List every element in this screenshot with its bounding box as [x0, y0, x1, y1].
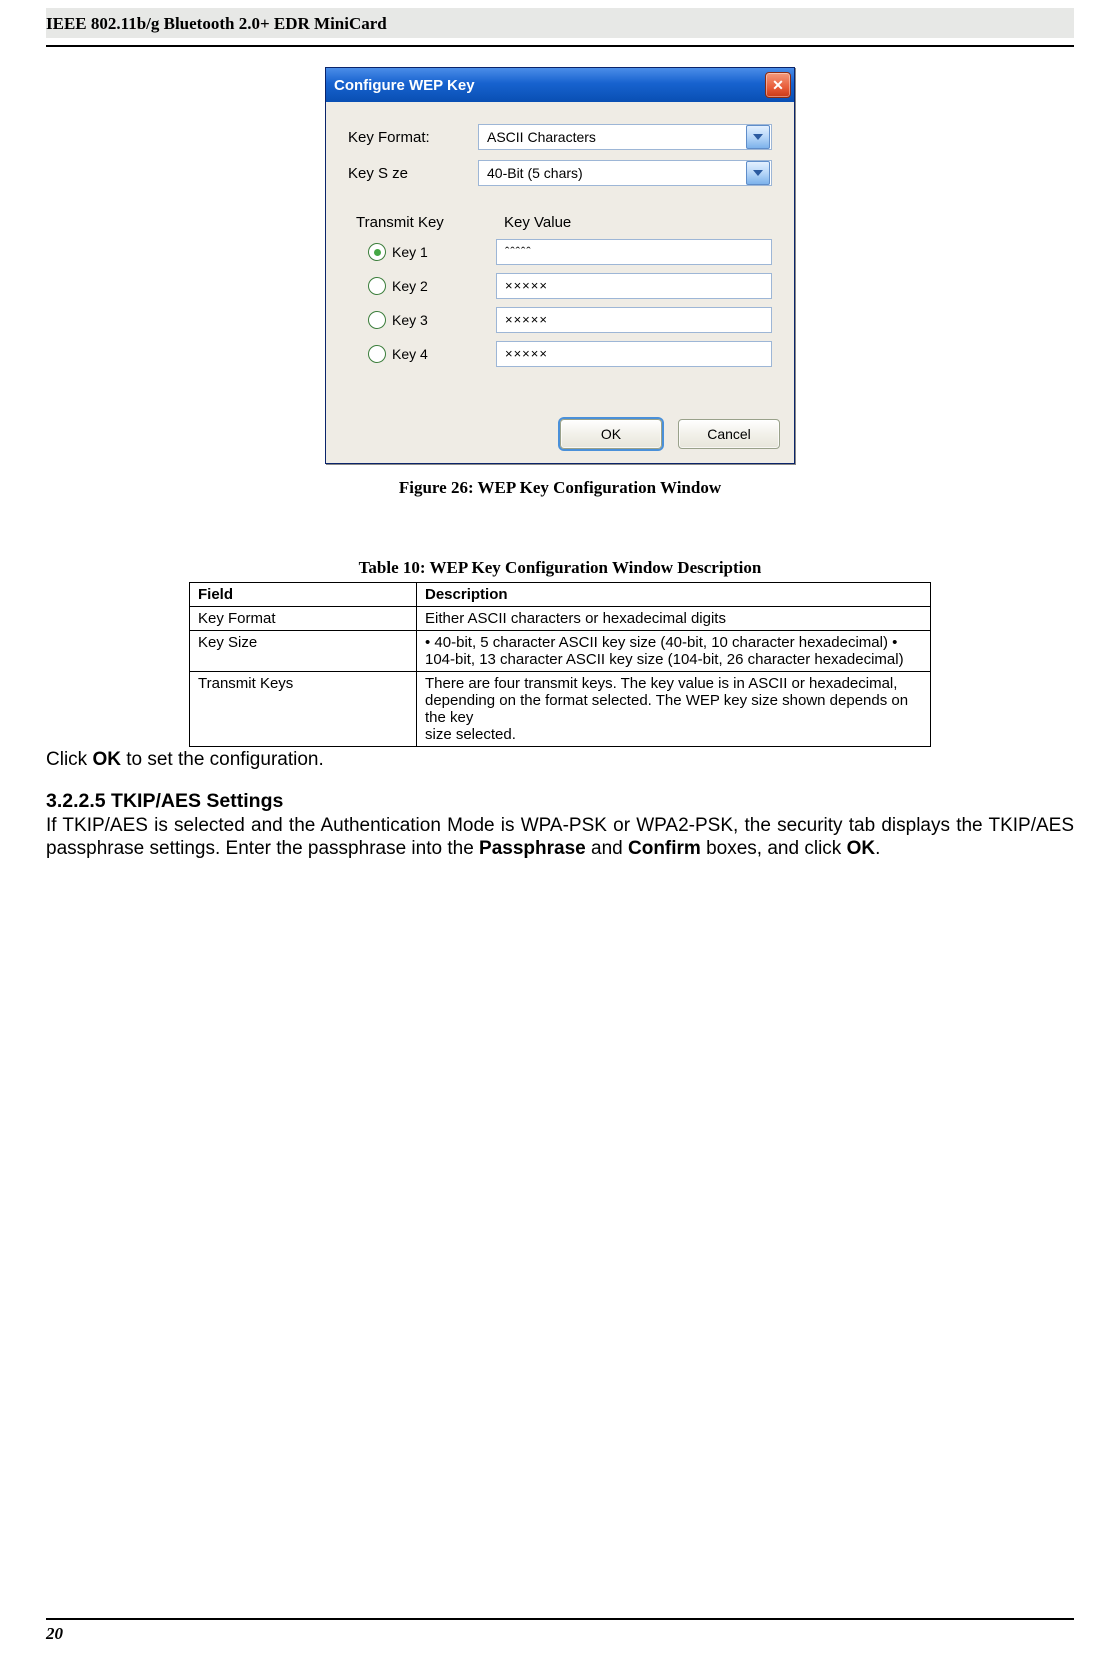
footer-rule: [46, 1618, 1074, 1620]
dialog-title: Configure WEP Key: [334, 77, 475, 94]
key-format-label: Key Format:: [348, 129, 478, 146]
page-number: 20: [46, 1624, 1074, 1644]
key2-input[interactable]: ×××××: [496, 273, 772, 299]
table-row: Key Format Either ASCII characters or he…: [190, 607, 931, 631]
table-cell-field: Transmit Keys: [190, 672, 417, 747]
chevron-down-icon: [753, 134, 763, 140]
dialog-titlebar[interactable]: Configure WEP Key ✕: [326, 68, 794, 102]
table-row: Key Size • 40-bit, 5 character ASCII key…: [190, 631, 931, 672]
table-cell-desc: Either ASCII characters or hexadecimal d…: [417, 607, 931, 631]
key1-radio[interactable]: [368, 243, 386, 261]
page-header-title: IEEE 802.11b/g Bluetooth 2.0+ EDR MiniCa…: [46, 14, 387, 33]
key-format-dropdown-button[interactable]: [746, 125, 770, 149]
key4-label: Key 4: [392, 346, 428, 362]
key-format-select[interactable]: ASCII Characters: [478, 124, 772, 150]
key3-radio[interactable]: [368, 311, 386, 329]
table-head-desc: Description: [417, 583, 931, 607]
key-size-value: 40-Bit (5 chars): [487, 165, 583, 181]
wep-key-dialog: Configure WEP Key ✕ Key Format: ASCII Ch…: [325, 67, 795, 464]
figure-caption: Figure 26: WEP Key Configuration Window: [46, 478, 1074, 498]
close-glyph: ✕: [772, 77, 784, 94]
key1-label: Key 1: [392, 244, 428, 260]
table-head-field: Field: [190, 583, 417, 607]
post-table-text: Click OK to set the configuration.: [46, 749, 1074, 772]
key-size-label: Key S ze: [348, 165, 478, 182]
key4-input[interactable]: ×××××: [496, 341, 772, 367]
table-cell-field: Key Format: [190, 607, 417, 631]
table-caption: Table 10: WEP Key Configuration Window D…: [46, 558, 1074, 578]
key-value-header: Key Value: [504, 214, 571, 231]
key3-label: Key 3: [392, 312, 428, 328]
header-rule: [46, 45, 1074, 47]
close-icon[interactable]: ✕: [765, 72, 791, 98]
key2-label: Key 2: [392, 278, 428, 294]
key-size-dropdown-button[interactable]: [746, 161, 770, 185]
chevron-down-icon: [753, 170, 763, 176]
key4-radio[interactable]: [368, 345, 386, 363]
description-table: Field Description Key Format Either ASCI…: [189, 582, 931, 747]
key-format-value: ASCII Characters: [487, 129, 596, 145]
cancel-button[interactable]: Cancel: [678, 419, 780, 449]
section-heading: 3.2.2.5 TKIP/AES Settings: [46, 790, 1074, 813]
table-cell-desc: • 40-bit, 5 character ASCII key size (40…: [417, 631, 931, 672]
key2-radio[interactable]: [368, 277, 386, 295]
table-row: Transmit Keys There are four transmit ke…: [190, 672, 931, 747]
section-paragraph: If TKIP/AES is selected and the Authenti…: [46, 815, 1074, 861]
table-cell-desc: There are four transmit keys. The key va…: [417, 672, 931, 747]
key3-input[interactable]: ×××××: [496, 307, 772, 333]
key1-input[interactable]: ˆˆˆˆˆ: [496, 239, 772, 265]
ok-button[interactable]: OK: [560, 419, 662, 449]
transmit-key-header: Transmit Key: [348, 214, 504, 231]
key-size-select[interactable]: 40-Bit (5 chars): [478, 160, 772, 186]
table-cell-field: Key Size: [190, 631, 417, 672]
